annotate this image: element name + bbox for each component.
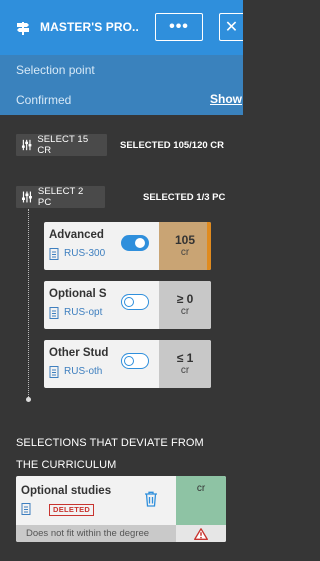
deviation-name: Optional studies [21, 485, 112, 497]
credit-value: 105 [174, 233, 196, 247]
credit-unit: cr [196, 483, 206, 494]
credit-box: ≤ 1 cr [159, 340, 211, 388]
module-code-link[interactable]: RUS-300 [64, 248, 110, 259]
module-card-advanced[interactable]: Advanced RUS-300 105 cr [44, 222, 211, 270]
select-credits-chip[interactable]: SELECT 15 CR [16, 134, 107, 156]
close-button[interactable]: ✕ [219, 13, 243, 41]
credit-box: cr [176, 476, 226, 525]
selected-pieces-count: SELECTED 1/3 PC [143, 192, 226, 203]
module-name: Other Stud [49, 347, 109, 359]
module-code-link[interactable]: RUS-oth [64, 366, 110, 377]
status-edge [207, 222, 211, 270]
credit-unit: cr [180, 247, 190, 258]
status-label: Confirmed [16, 92, 72, 107]
document-icon [21, 503, 31, 515]
signpost-icon [17, 22, 29, 35]
trash-icon[interactable] [144, 491, 158, 507]
toggle-knob [135, 237, 145, 248]
credit-unit: cr [180, 306, 190, 317]
select-pieces-chip[interactable]: SELECT 2 PC [16, 186, 105, 208]
tree-connector [28, 209, 29, 399]
deleted-badge: DELETED [49, 504, 95, 516]
tree-end-dot [26, 397, 31, 402]
deviation-footer: Does not fit within the degree [16, 525, 226, 542]
credit-unit: cr [180, 365, 190, 376]
select-credits-label: SELECT 15 CR [37, 134, 89, 156]
deviation-card[interactable]: Optional studies DELETED cr Does not fit… [16, 476, 226, 542]
show-link[interactable]: Show [210, 92, 242, 106]
credit-box: 105 cr [159, 222, 211, 270]
toggle-knob [124, 355, 134, 366]
module-toggle[interactable] [121, 235, 149, 251]
module-name: Advanced [49, 229, 104, 241]
more-options-button[interactable]: ••• [155, 13, 203, 41]
selection-point-row: Selection point [0, 55, 243, 86]
document-icon [49, 248, 59, 260]
toggle-knob [124, 296, 134, 307]
module-card-optional[interactable]: Optional S RUS-opt ≥ 0 cr [44, 281, 211, 329]
sliders-icon [21, 139, 32, 151]
page-title: MASTER'S PRO... [40, 20, 138, 34]
credit-value: ≥ 0 [176, 292, 194, 306]
warning-box [176, 525, 226, 542]
module-toggle[interactable] [121, 353, 149, 369]
status-row: Confirmed Show [0, 84, 243, 115]
document-icon [49, 307, 59, 319]
app-header: MASTER'S PRO... ••• ✕ [0, 0, 243, 55]
deviation-message: Does not fit within the degree [26, 528, 150, 539]
module-name: Optional S [49, 288, 107, 300]
selected-credits-count: SELECTED 105/120 CR [120, 140, 225, 151]
deviations-heading: SELECTIONS THAT DEVIATE FROM THE CURRICU… [16, 437, 204, 471]
module-card-other[interactable]: Other Stud RUS-oth ≤ 1 cr [44, 340, 211, 388]
warning-icon [194, 527, 208, 540]
credit-box: ≥ 0 cr [159, 281, 211, 329]
credit-value: ≤ 1 [176, 351, 194, 365]
document-icon [49, 366, 59, 378]
selection-point-label: Selection point [16, 63, 95, 77]
sliders-icon [21, 191, 32, 203]
select-pieces-label: SELECT 2 PC [37, 186, 84, 208]
module-code-link[interactable]: RUS-opt [64, 307, 110, 318]
module-toggle[interactable] [121, 294, 149, 310]
